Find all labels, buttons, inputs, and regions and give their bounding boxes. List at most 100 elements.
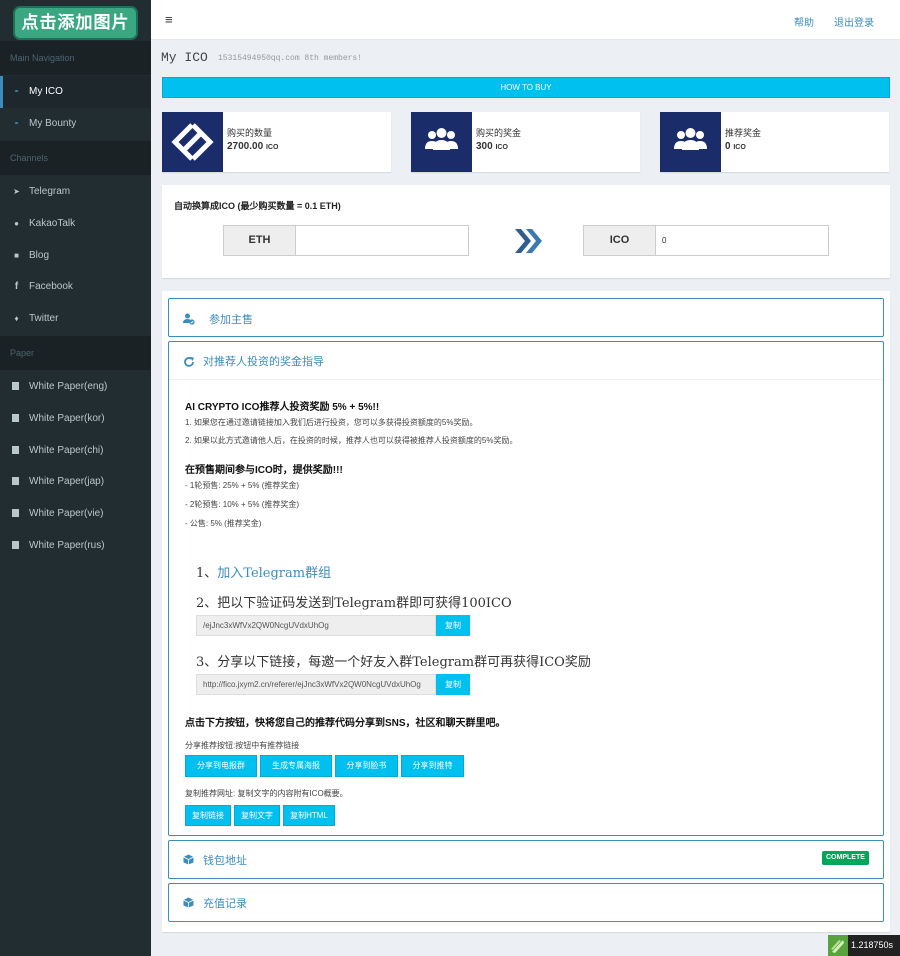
eth-input[interactable] bbox=[295, 225, 469, 256]
topbar: ≡ 帮助 退出登录 bbox=[151, 0, 900, 40]
verification-code-field[interactable]: /ejJnc3xWfVx2QW0NcgUVdxUhOg bbox=[196, 615, 436, 636]
step-1: 1、加入Telegram群组 bbox=[196, 566, 332, 581]
document-icon bbox=[12, 414, 19, 422]
share-heading: 点击下方按钮，快将您自己的推荐代码分享到SNS，社区和聊天群里吧。 bbox=[185, 718, 506, 729]
document-icon bbox=[12, 477, 19, 485]
copy-code-button[interactable]: 复制 bbox=[436, 615, 470, 636]
share-description: 分享推荐按钮:按钮中有推荐链接 bbox=[185, 741, 300, 750]
sidebar-item-my-ico[interactable]: ◓ My ICO bbox=[0, 76, 151, 108]
sidebar-item-label: White Paper(eng) bbox=[29, 381, 108, 392]
twitter-icon: ♦ bbox=[14, 314, 19, 323]
infobox-purchased-amount: 购买的数量 2700.00 ICO bbox=[162, 112, 391, 172]
bonus-round-1: - 1轮预售: 25% + 5% (推荐奖金) bbox=[185, 481, 300, 490]
copy-html-button[interactable]: 复制HTML bbox=[283, 805, 335, 826]
copy-link-url-button[interactable]: 复制链接 bbox=[185, 805, 231, 826]
document-icon bbox=[12, 382, 19, 390]
telegram-icon: ➤ bbox=[13, 187, 20, 196]
debug-logo-icon bbox=[828, 935, 848, 956]
step-2: 2、把以下验证码发送到Telegram群即可获得100ICO bbox=[196, 596, 512, 611]
referral-heading: AI CRYPTO ICO推荐人投资奖励 5% + 5%!! bbox=[185, 402, 380, 413]
chat-icon: ● bbox=[14, 219, 19, 228]
sidebar-item-facebook[interactable]: f Facebook bbox=[0, 271, 151, 303]
debug-timer[interactable]: 1.218750s bbox=[828, 935, 900, 956]
panel-recharge-history[interactable]: 充值记录 bbox=[168, 883, 884, 922]
cube-icon bbox=[183, 897, 194, 908]
how-to-buy-button[interactable]: HOW TO BUY bbox=[162, 77, 890, 98]
generate-poster-button[interactable]: 生成专属海报 bbox=[260, 755, 332, 777]
infobox-label: 购买的奖金 bbox=[476, 128, 522, 138]
sidebar: 点击添加图片 Main Navigation ◓ My ICO ◓ My Bount… bbox=[0, 0, 151, 956]
status-badge: COMPLETE bbox=[822, 851, 869, 865]
panel-title[interactable]: 对推荐人投资的奖金指导 bbox=[203, 353, 324, 369]
sidebar-item-label: Telegram bbox=[29, 186, 71, 197]
panel-title: 充值记录 bbox=[203, 898, 247, 910]
logo[interactable]: 点击添加图片 bbox=[13, 6, 138, 40]
infobox-label: 购买的数量 bbox=[227, 128, 273, 138]
sidebar-item-twitter[interactable]: ♦ Twitter bbox=[0, 303, 151, 335]
sidebar-item-label: Blog bbox=[29, 250, 50, 261]
sidebar-item-white-paper-jap[interactable]: White Paper(jap) bbox=[0, 466, 151, 498]
sidebar-item-label: White Paper(vie) bbox=[29, 508, 104, 519]
bonus-public: - 公售: 5% (推荐奖金) bbox=[185, 519, 262, 528]
sidebar-item-white-paper-vie[interactable]: White Paper(vie) bbox=[0, 498, 151, 530]
sidebar-item-label: Facebook bbox=[29, 281, 73, 292]
page-title: My ICO bbox=[161, 50, 208, 65]
sidebar-item-label: White Paper(rus) bbox=[29, 540, 105, 551]
sidebar-header-paper: Paper bbox=[0, 336, 151, 370]
infobox-value: 2700.00 ICO bbox=[227, 141, 279, 152]
dashboard-icon: ◓ bbox=[14, 87, 19, 96]
facebook-icon: f bbox=[14, 281, 19, 292]
sidebar-item-telegram[interactable]: ➤ Telegram bbox=[0, 176, 151, 208]
sidebar-item-my-bounty[interactable]: ◓ My Bounty bbox=[0, 108, 151, 140]
users-icon bbox=[660, 112, 721, 172]
document-icon bbox=[12, 509, 19, 517]
step-3: 3、分享以下链接，每邀一个好友入群Telegram群可再获得ICO奖励 bbox=[196, 655, 591, 670]
referral-rule-1: 1. 如果您在通过邀请链接加入我们后进行投资，您可以多获得投资额度的5%奖励。 bbox=[185, 418, 478, 427]
document-icon bbox=[12, 541, 19, 549]
referral-link-field[interactable]: http://fico.jxym2.cn/referer/ejJnc3xWfVx… bbox=[196, 674, 436, 695]
panel-title: 钱包地址 bbox=[203, 855, 247, 867]
cube-icon bbox=[183, 854, 194, 865]
panel-join-sale[interactable]: 参加主售 bbox=[168, 298, 884, 337]
panel-wallet-address[interactable]: 钱包地址 bbox=[168, 840, 884, 879]
refresh-icon[interactable] bbox=[183, 356, 194, 367]
eth-label: ETH bbox=[223, 225, 296, 256]
sidebar-item-blog[interactable]: ■ Blog bbox=[0, 240, 151, 272]
ico-label: ICO bbox=[583, 225, 656, 256]
presale-heading: 在预售期间参与ICO时，提供奖励!!! bbox=[185, 465, 343, 476]
copy-description: 复制推荐网址: 复制文字的内容附有ICO概要。 bbox=[185, 789, 348, 798]
copy-link-button[interactable]: 复制 bbox=[436, 674, 470, 695]
join-telegram-link[interactable]: 加入Telegram群组 bbox=[217, 566, 331, 581]
referral-rule-2: 2. 如果以此方式邀请他人后，在投资的时候，推荐人也可以获得被推荐人投资额度的5… bbox=[185, 436, 518, 445]
share-telegram-button[interactable]: 分享到电报群 bbox=[185, 755, 257, 777]
infobox-value: 0 ICO bbox=[725, 141, 746, 152]
logout-link[interactable]: 退出登录 bbox=[834, 14, 874, 29]
help-link[interactable]: 帮助 bbox=[794, 14, 814, 29]
share-twitter-button[interactable]: 分享到推特 bbox=[401, 755, 464, 777]
menu-toggle-icon[interactable]: ≡ bbox=[165, 12, 173, 27]
sidebar-item-label: White Paper(kor) bbox=[29, 413, 105, 424]
sidebar-item-white-paper-eng[interactable]: White Paper(eng) bbox=[0, 371, 151, 403]
bonus-round-2: - 2轮预售: 10% + 5% (推荐奖金) bbox=[185, 500, 300, 509]
sidebar-item-label: Twitter bbox=[29, 313, 59, 324]
infobox-referral-bonus: 推荐奖金 0 ICO bbox=[660, 112, 889, 172]
sidebar-item-kakaotalk[interactable]: ● KakaoTalk bbox=[0, 208, 151, 240]
sidebar-item-label: White Paper(jap) bbox=[29, 476, 105, 487]
users-icon bbox=[411, 112, 472, 172]
sidebar-item-white-paper-rus[interactable]: White Paper(rus) bbox=[0, 530, 151, 562]
share-facebook-button[interactable]: 分享到脸书 bbox=[335, 755, 398, 777]
user-check-icon bbox=[183, 313, 195, 325]
sidebar-item-label: My Bounty bbox=[29, 118, 77, 129]
page-subtitle: 15315494950qq.com 8th members! bbox=[218, 54, 363, 63]
converter-title: 自动换算成ICO (最少购买数量 = 0.1 ETH) bbox=[174, 201, 341, 211]
infobox-value: 300 ICO bbox=[476, 141, 508, 152]
sidebar-item-white-paper-chi[interactable]: White Paper(chi) bbox=[0, 435, 151, 467]
sidebar-header-main: Main Navigation bbox=[0, 41, 151, 75]
infobox-purchase-bonus: 购买的奖金 300 ICO bbox=[411, 112, 640, 172]
copy-text-button[interactable]: 复制文字 bbox=[234, 805, 280, 826]
blog-icon: ■ bbox=[14, 251, 19, 260]
sidebar-item-label: KakaoTalk bbox=[29, 218, 76, 229]
ico-output: 0 bbox=[655, 225, 829, 256]
document-icon bbox=[12, 446, 19, 454]
sidebar-item-white-paper-kor[interactable]: White Paper(kor) bbox=[0, 403, 151, 435]
